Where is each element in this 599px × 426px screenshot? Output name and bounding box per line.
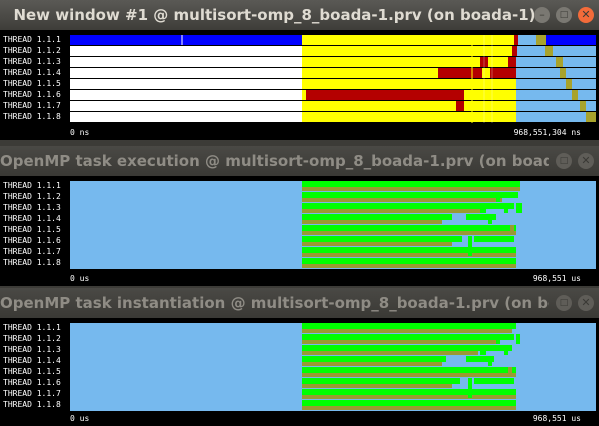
task-timeline[interactable] (70, 181, 596, 269)
thread-label: THREAD 1.1.3 (3, 345, 61, 354)
timeline-view[interactable]: THREAD 1.1.1 THREAD 1.1.2 THREAD 1.1.3 T… (0, 318, 599, 426)
thread-label: THREAD 1.1.5 (3, 225, 61, 234)
thread-label: THREAD 1.1.1 (3, 181, 61, 190)
titlebar[interactable]: OpenMP task execution @ multisort-omp_8_… (0, 146, 599, 176)
minimize-button[interactable]: – (534, 7, 550, 23)
close-button[interactable]: ✕ (578, 295, 594, 311)
timeline-view[interactable]: THREAD 1.1.1 THREAD 1.1.2 THREAD 1.1.3 T… (0, 30, 599, 140)
thread-label: THREAD 1.1.7 (3, 247, 61, 256)
thread-label: THREAD 1.1.1 (3, 323, 61, 332)
window-states: New window #1 @ multisort-omp_8_boada-1.… (0, 0, 599, 146)
thread-label: THREAD 1.1.4 (3, 214, 61, 223)
thread-label: THREAD 1.1.2 (3, 192, 61, 201)
thread-label: THREAD 1.1.5 (3, 367, 61, 376)
thread-label: THREAD 1.1.4 (3, 68, 61, 77)
titlebar[interactable]: New window #1 @ multisort-omp_8_boada-1.… (0, 0, 599, 30)
thread-label: THREAD 1.1.7 (3, 389, 61, 398)
titlebar[interactable]: OpenMP task instantiation @ multisort-om… (0, 288, 599, 318)
thread-label: THREAD 1.1.7 (3, 101, 61, 110)
axis-end-label: 968,551,304 ns (513, 128, 581, 137)
thread-label: THREAD 1.1.6 (3, 236, 61, 245)
thread-label: THREAD 1.1.8 (3, 112, 61, 121)
thread-label: THREAD 1.1.2 (3, 334, 61, 343)
thread-label: THREAD 1.1.3 (3, 203, 61, 212)
close-button[interactable]: ✕ (578, 153, 594, 169)
window-title: OpenMP task execution @ multisort-omp_8_… (0, 152, 549, 170)
window-task-execution: OpenMP task execution @ multisort-omp_8_… (0, 146, 599, 288)
thread-label: THREAD 1.1.4 (3, 356, 61, 365)
maximize-button[interactable]: □ (556, 295, 572, 311)
axis-end-label: 968,551 us (532, 274, 581, 283)
timeline-view[interactable]: THREAD 1.1.1 THREAD 1.1.2 THREAD 1.1.3 T… (0, 176, 599, 286)
thread-label: THREAD 1.1.3 (3, 57, 61, 66)
window-title: OpenMP task instantiation @ multisort-om… (0, 294, 549, 312)
window-title: New window #1 @ multisort-omp_8_boada-1.… (13, 6, 536, 24)
axis-start-label: 0 us (70, 414, 90, 423)
maximize-button[interactable]: □ (556, 7, 572, 23)
thread-label: THREAD 1.1.1 (3, 35, 61, 44)
thread-label: THREAD 1.1.8 (3, 400, 61, 409)
state-timeline[interactable] (70, 35, 596, 123)
thread-label: THREAD 1.1.6 (3, 378, 61, 387)
thread-label: THREAD 1.1.5 (3, 79, 61, 88)
window-task-instantiation: OpenMP task instantiation @ multisort-om… (0, 288, 599, 426)
task-timeline[interactable] (70, 323, 596, 411)
maximize-button[interactable]: □ (556, 153, 572, 169)
axis-start-label: 0 ns (70, 128, 90, 137)
close-button[interactable]: ✕ (578, 7, 594, 23)
thread-label: THREAD 1.1.6 (3, 90, 61, 99)
axis-end-label: 968,551 us (532, 414, 581, 423)
thread-label: THREAD 1.1.8 (3, 258, 61, 267)
axis-start-label: 0 us (70, 274, 90, 283)
thread-label: THREAD 1.1.2 (3, 46, 61, 55)
